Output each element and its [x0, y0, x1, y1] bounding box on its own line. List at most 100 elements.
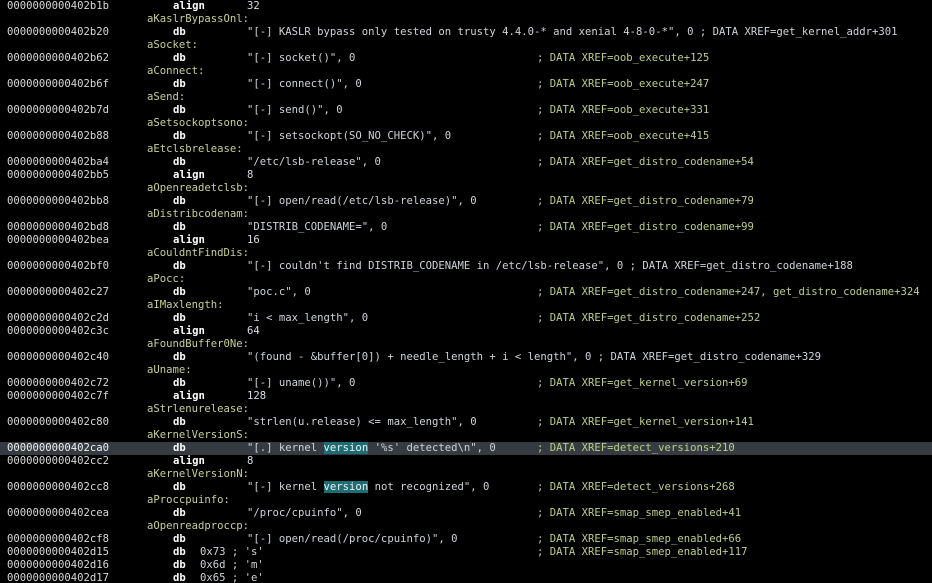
address[interactable]: 0000000000402bb8: [7, 195, 109, 208]
label-line[interactable]: aPocc:: [0, 273, 932, 286]
xref-comment[interactable]: ; DATA XREF=get_kernel_version+141: [537, 416, 754, 429]
xref-comment[interactable]: ; DATA XREF=get_kernel_version+69: [537, 377, 747, 390]
xref-comment[interactable]: ; DATA XREF=oob_execute+331: [537, 104, 709, 117]
address[interactable]: 0000000000402bea: [7, 234, 109, 247]
instruction-line[interactable]: 0000000000402b6f db "[-] connect()", 0 ; DA…: [0, 78, 932, 91]
label-name[interactable]: aConnect:: [147, 65, 204, 78]
operand[interactable]: "[-] socket()", 0: [247, 52, 355, 65]
operand[interactable]: "i < max_length", 0: [247, 312, 368, 325]
operand[interactable]: 0x6d ; 'm': [200, 559, 264, 572]
label-line[interactable]: aDistribcodenam:: [0, 208, 932, 221]
label-name[interactable]: aKernelVersionN:: [147, 468, 249, 481]
address[interactable]: 0000000000402c7f: [7, 390, 109, 403]
label-line[interactable]: aIMaxlength:: [0, 299, 932, 312]
instruction-line[interactable]: 0000000000402c7f align 128: [0, 390, 932, 403]
address[interactable]: 0000000000402bb5: [7, 169, 109, 182]
xref-comment[interactable]: ; DATA XREF=smap_smep_enabled+66: [537, 533, 741, 546]
instruction-line[interactable]: 0000000000402c3c align 64: [0, 325, 932, 338]
label-name[interactable]: aIMaxlength:: [147, 299, 224, 312]
instruction-line[interactable]: 0000000000402b7d db "[-] send()", 0 ; DATA …: [0, 104, 932, 117]
operand[interactable]: 0x65 ; 'e': [200, 572, 264, 583]
operand[interactable]: "[-] connect()", 0: [247, 78, 362, 91]
label-name[interactable]: aOpenreadetclsb:: [147, 182, 249, 195]
address[interactable]: 0000000000402bf0: [7, 260, 109, 273]
address[interactable]: 0000000000402b88: [7, 130, 109, 143]
operand[interactable]: 16: [247, 234, 260, 247]
operand[interactable]: "[-] setsockopt(SO_NO_CHECK)", 0: [247, 130, 451, 143]
label-name[interactable]: aSetsockoptsono:: [147, 117, 249, 130]
operand[interactable]: "[-] open/read(/etc/lsb-release)", 0: [247, 195, 477, 208]
instruction-line[interactable]: 0000000000402d17 db 0x65 ; 'e': [0, 572, 932, 583]
label-name[interactable]: aPocc:: [147, 273, 185, 286]
label-line[interactable]: aFoundBuffer0Ne:: [0, 338, 932, 351]
label-name[interactable]: aCouldntFindDis:: [147, 247, 249, 260]
label-line[interactable]: aOpenreadetclsb:: [0, 182, 932, 195]
address[interactable]: 0000000000402bd8: [7, 221, 109, 234]
address[interactable]: 0000000000402b1b: [7, 0, 109, 13]
address[interactable]: 0000000000402ba4: [7, 156, 109, 169]
xref-comment[interactable]: ; DATA XREF=oob_execute+415: [537, 130, 709, 143]
instruction-line[interactable]: 0000000000402b62 db "[-] socket()", 0 ; DAT…: [0, 52, 932, 65]
label-line[interactable]: aProccpuinfo:: [0, 494, 932, 507]
operand[interactable]: "[-] send()", 0: [247, 104, 343, 117]
operand[interactable]: "[-] couldn't find DISTRIB_CODENAME in /…: [247, 260, 853, 273]
instruction-line[interactable]: 0000000000402c72 db "[-] uname())", 0 ; DAT…: [0, 377, 932, 390]
xref-comment[interactable]: ; DATA XREF=oob_execute+125: [537, 52, 709, 65]
label-name[interactable]: aEtclsbrelease:: [147, 143, 243, 156]
address[interactable]: 0000000000402d15: [7, 546, 109, 559]
address[interactable]: 0000000000402c80: [7, 416, 109, 429]
address[interactable]: 0000000000402cc8: [7, 481, 109, 494]
label-name[interactable]: aKaslrBypassOnl:: [147, 13, 249, 26]
label-line[interactable]: aKernelVersionS:: [0, 429, 932, 442]
instruction-line[interactable]: 0000000000402b20 db "[-] KASLR bypass only…: [0, 26, 932, 39]
label-line[interactable]: aKernelVersionN:: [0, 468, 932, 481]
instruction-line[interactable]: 0000000000402c80 db "strlen(u.release) <= …: [0, 416, 932, 429]
xref-comment[interactable]: ; DATA XREF=detect_versions+210: [537, 442, 735, 455]
instruction-line[interactable]: 0000000000402cf8 db "[-] open/read(/proc/c…: [0, 533, 932, 546]
xref-comment[interactable]: ; DATA XREF=detect_versions+268: [537, 481, 735, 494]
instruction-line[interactable]: 0000000000402c40 db "(found - &buffer[0]) …: [0, 351, 932, 364]
instruction-line[interactable]: 0000000000402d15 db 0x73 ; 's' ; DATA XREF=…: [0, 546, 932, 559]
label-line[interactable]: aSocket:: [0, 39, 932, 52]
instruction-line[interactable]: 0000000000402bb8 db "[-] open/read(/etc/ls…: [0, 195, 932, 208]
address[interactable]: 0000000000402c2d: [7, 312, 109, 325]
instruction-line[interactable]: 0000000000402bb5 align 8: [0, 169, 932, 182]
operand[interactable]: "(found - &buffer[0]) + needle_length + …: [247, 351, 821, 364]
label-line[interactable]: aOpenreadproccp:: [0, 520, 932, 533]
operand[interactable]: "[-] kernel version not recognized", 0: [247, 481, 489, 494]
xref-comment[interactable]: ; DATA XREF=smap_smep_enabled+117: [537, 546, 747, 559]
operand[interactable]: 8: [247, 169, 253, 182]
address[interactable]: 0000000000402cea: [7, 507, 109, 520]
operand[interactable]: "/proc/cpuinfo", 0: [247, 507, 362, 520]
selected-instruction-line[interactable]: 0000000000402ca0 db "[.] kernel version '%…: [0, 442, 932, 455]
xref-comment[interactable]: ; DATA XREF=get_distro_codename+252: [537, 312, 760, 325]
address[interactable]: 0000000000402cf8: [7, 533, 109, 546]
xref-comment[interactable]: ; DATA XREF=get_distro_codename+99: [537, 221, 754, 234]
address[interactable]: 0000000000402c27: [7, 286, 109, 299]
operand[interactable]: 64: [247, 325, 260, 338]
operand[interactable]: 8: [247, 455, 253, 468]
disassembly-listing[interactable]: 0000000000402b1b align 32 aKaslrBypassOnl: 0…: [0, 0, 932, 583]
label-name[interactable]: aSocket:: [147, 39, 198, 52]
label-name[interactable]: aOpenreadproccp:: [147, 520, 249, 533]
label-line[interactable]: aKaslrBypassOnl:: [0, 13, 932, 26]
instruction-line[interactable]: 0000000000402bd8 db "DISTRIB_CODENAME=", 0…: [0, 221, 932, 234]
operand[interactable]: "/etc/lsb-release", 0: [247, 156, 381, 169]
operand[interactable]: "poc.c", 0: [247, 286, 311, 299]
instruction-line[interactable]: 0000000000402b88 db "[-] setsockopt(SO_NO_…: [0, 130, 932, 143]
label-line[interactable]: aSend:: [0, 91, 932, 104]
instruction-line[interactable]: 0000000000402c2d db "i < max_length", 0 ; D…: [0, 312, 932, 325]
address[interactable]: 0000000000402ca0: [7, 442, 109, 455]
operand[interactable]: "DISTRIB_CODENAME=", 0: [247, 221, 387, 234]
xref-comment[interactable]: ; DATA XREF=oob_execute+247: [537, 78, 709, 91]
xref-comment[interactable]: ; DATA XREF=get_distro_codename+247, get…: [537, 286, 920, 299]
instruction-line[interactable]: 0000000000402bf0 db "[-] couldn't find DIS…: [0, 260, 932, 273]
label-line[interactable]: aStrlenurelease:: [0, 403, 932, 416]
label-name[interactable]: aFoundBuffer0Ne:: [147, 338, 249, 351]
label-line[interactable]: aUname:: [0, 364, 932, 377]
address[interactable]: 0000000000402d16: [7, 559, 109, 572]
label-name[interactable]: aKernelVersionS:: [147, 429, 249, 442]
instruction-line[interactable]: 0000000000402cc2 align 8: [0, 455, 932, 468]
address[interactable]: 0000000000402c3c: [7, 325, 109, 338]
address[interactable]: 0000000000402c40: [7, 351, 109, 364]
